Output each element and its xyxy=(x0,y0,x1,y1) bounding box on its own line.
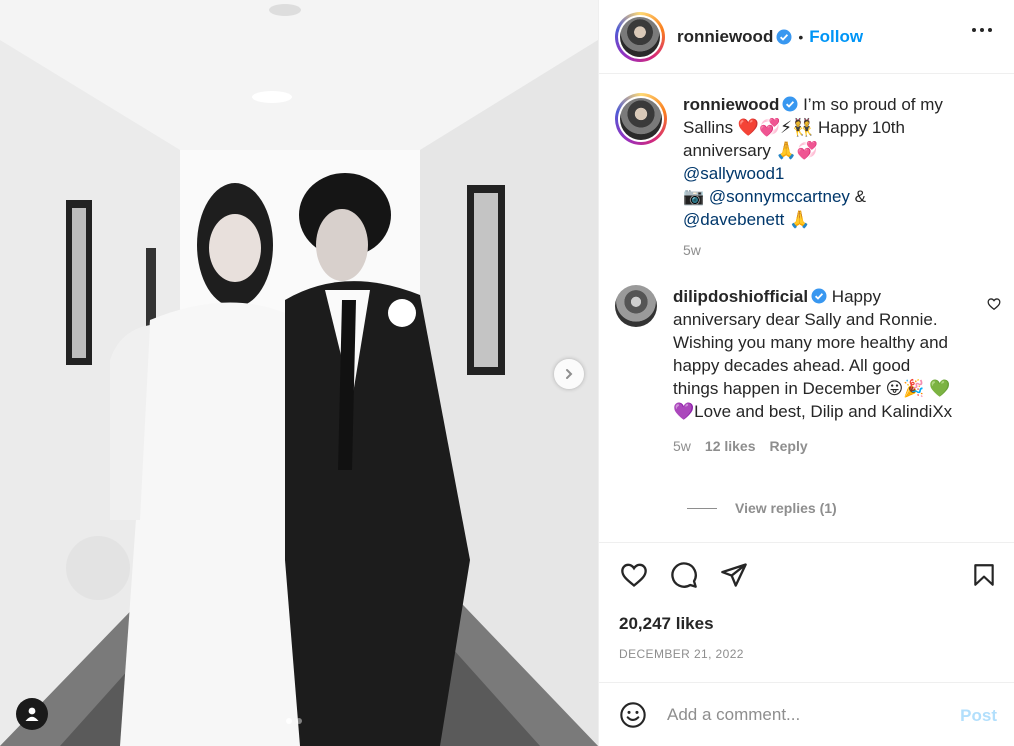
mention-link[interactable]: @davebenett xyxy=(683,210,784,229)
caption-username[interactable]: ronniewood xyxy=(683,95,779,114)
caption-time[interactable]: 5w xyxy=(683,239,701,262)
post-header: ronniewood • Follow xyxy=(599,0,1014,74)
verified-badge-icon xyxy=(782,96,798,112)
likes-count[interactable]: 20,247 likes xyxy=(619,614,714,634)
pray-emoji: 🙏 xyxy=(789,210,811,229)
user-tag-icon xyxy=(25,707,39,721)
next-photo-button[interactable] xyxy=(554,359,584,389)
smiley-icon[interactable] xyxy=(619,701,647,729)
post-date[interactable]: DECEMBER 21, 2022 xyxy=(619,647,744,661)
comment-body: Love and best, Dilip and KalindiXx xyxy=(694,402,953,421)
comment-time[interactable]: 5w xyxy=(673,435,691,458)
caption-line2b: Happy 10th xyxy=(818,118,905,137)
comments-section[interactable]: ronniewood I’m so proud of my Sallins ❤️… xyxy=(599,75,1014,542)
comment-emoji: 😛🎉 xyxy=(885,379,925,398)
comment-entry: dilipdoshiofficial Happy anniversary dea… xyxy=(615,285,957,458)
heart-icon xyxy=(621,563,647,587)
header-separator: • xyxy=(798,28,804,45)
avatar xyxy=(620,16,660,57)
carousel-dots xyxy=(286,718,302,724)
comment-icon xyxy=(671,562,697,588)
commenter-avatar[interactable] xyxy=(615,285,657,327)
carousel-dot xyxy=(296,718,302,724)
caption-line1: I’m so proud of my xyxy=(803,95,943,114)
post-actions: 20,247 likes DECEMBER 21, 2022 xyxy=(599,542,1014,682)
caption-emoji: ❤️💞⚡👯 xyxy=(737,118,814,137)
comment-button[interactable] xyxy=(669,561,699,594)
caption-emoji: 🙏💞 xyxy=(775,141,818,160)
caption-avatar[interactable] xyxy=(615,93,667,145)
paper-plane-icon xyxy=(721,563,747,587)
caption-line3: anniversary xyxy=(683,141,771,160)
view-replies-button[interactable]: View replies (1) xyxy=(687,500,837,516)
follow-button[interactable]: Follow xyxy=(809,27,863,47)
add-comment-bar: Add a comment... Post xyxy=(599,682,1014,746)
share-button[interactable] xyxy=(719,561,749,594)
bookmark-icon xyxy=(974,564,994,586)
caption-text: ronniewood I’m so proud of my Sallins ❤️… xyxy=(683,93,973,262)
view-replies-label: View replies (1) xyxy=(735,500,837,516)
comment-likes[interactable]: 12 likes xyxy=(705,435,756,458)
caption-line2a: Sallins xyxy=(683,118,734,137)
mention-link[interactable]: @sallywood1 xyxy=(683,164,784,183)
camera-emoji: 📷 xyxy=(683,187,705,206)
mention-link[interactable]: @sonnymccartney xyxy=(709,187,850,206)
avatar xyxy=(620,98,662,140)
comment-text: dilipdoshiofficial Happy anniversary dea… xyxy=(673,285,957,458)
post-photo[interactable] xyxy=(0,0,598,746)
carousel-dot xyxy=(286,718,292,724)
save-button[interactable] xyxy=(971,561,997,594)
like-button[interactable] xyxy=(619,561,649,594)
post-side-panel: ronniewood • Follow ronniewood I’m so pr… xyxy=(598,0,1014,746)
story-ring[interactable] xyxy=(615,11,665,62)
reply-button[interactable]: Reply xyxy=(770,435,808,458)
comment-input[interactable]: Add a comment... xyxy=(667,705,927,725)
commenter-username[interactable]: dilipdoshiofficial xyxy=(673,287,808,306)
wedding-photo xyxy=(0,0,598,746)
caption-amp: & xyxy=(854,187,867,206)
more-options-icon[interactable] xyxy=(972,28,992,32)
replies-divider xyxy=(687,507,717,509)
chevron-right-icon xyxy=(566,369,573,379)
post-button[interactable]: Post xyxy=(960,706,997,726)
caption-entry: ronniewood I’m so proud of my Sallins ❤️… xyxy=(615,93,973,262)
verified-badge-icon xyxy=(776,29,792,44)
comment-like-heart-icon[interactable] xyxy=(987,297,1001,311)
user-tag-button[interactable] xyxy=(16,698,48,730)
header-username[interactable]: ronniewood xyxy=(677,27,773,47)
verified-badge-icon xyxy=(811,288,827,304)
